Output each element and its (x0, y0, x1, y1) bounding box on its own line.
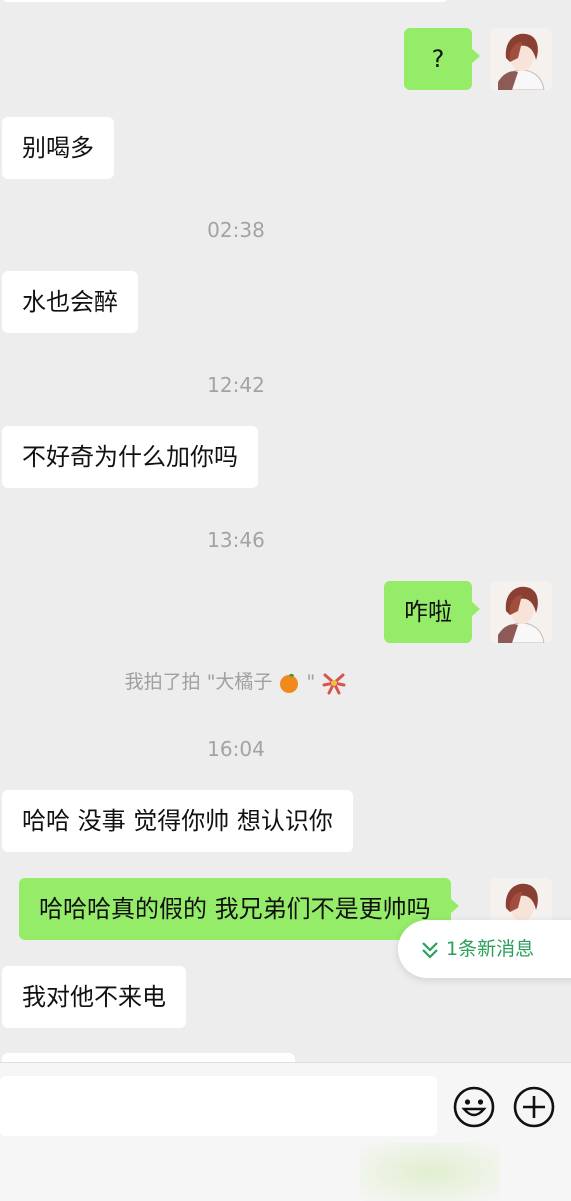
avatar[interactable] (490, 28, 552, 90)
pat-text: 我拍了拍 "大橘子 (124, 671, 273, 693)
message-text: 哈哈 没事 觉得你帅 想认识你 (22, 807, 333, 835)
partial-message-bubble[interactable] (2, 0, 448, 2)
message-text: 不好奇为什么加你吗 (22, 443, 238, 471)
received-message-bubble[interactable]: 别喝多 (2, 117, 114, 179)
anime-boy-avatar-icon (490, 28, 552, 90)
tangerine-emoji-icon (280, 673, 299, 693)
input-bar (0, 1062, 571, 1201)
received-message-bubble[interactable]: 水也会醉 (2, 271, 138, 333)
message-input[interactable] (0, 1076, 437, 1136)
timestamp: 16:04 (207, 737, 265, 761)
message-text: 水也会醉 (22, 288, 118, 316)
message-text: 哈哈哈真的假的 我兄弟们不是更帅吗 (39, 895, 431, 923)
home-indicator-area (360, 1143, 500, 1201)
timestamp: 13:46 (207, 528, 265, 552)
timestamp: 12:42 (207, 373, 265, 397)
new-message-tip[interactable]: 1条新消息 (398, 920, 571, 978)
chat-area[interactable]: ? 别喝多 02:38 水也会醉 12:42 不好奇为什么加你吗 13:46 咋… (0, 0, 571, 1062)
pat-notice: 我拍了拍 "大橘子 " (0, 667, 472, 695)
sent-message-bubble[interactable]: 哈哈哈真的假的 我兄弟们不是更帅吗 (19, 878, 459, 940)
sent-message-bubble[interactable]: ? (404, 28, 480, 90)
double-chevron-down-icon (422, 941, 438, 959)
anime-boy-avatar-icon (490, 581, 552, 643)
avatar[interactable] (490, 581, 552, 643)
received-message-bubble[interactable]: 我对他不来电 (2, 966, 186, 1028)
pat-quote: " (306, 671, 316, 693)
message-text: 我对他不来电 (22, 983, 166, 1011)
received-message-bubble[interactable]: 不好奇为什么加你吗 (2, 426, 258, 488)
plus-circle-icon[interactable] (512, 1085, 556, 1129)
partial-message-bubble[interactable] (2, 1053, 295, 1062)
message-text: 咋啦 (404, 598, 452, 626)
new-message-tip-text: 1条新消息 (446, 938, 535, 960)
smiley-face-icon[interactable] (452, 1085, 496, 1129)
firecracker-icon (322, 673, 346, 694)
timestamp: 02:38 (207, 218, 265, 242)
message-text: 别喝多 (22, 134, 94, 162)
message-text: ? (431, 45, 445, 73)
received-message-bubble[interactable]: 哈哈 没事 觉得你帅 想认识你 (2, 790, 353, 852)
sent-message-bubble[interactable]: 咋啦 (384, 581, 480, 643)
